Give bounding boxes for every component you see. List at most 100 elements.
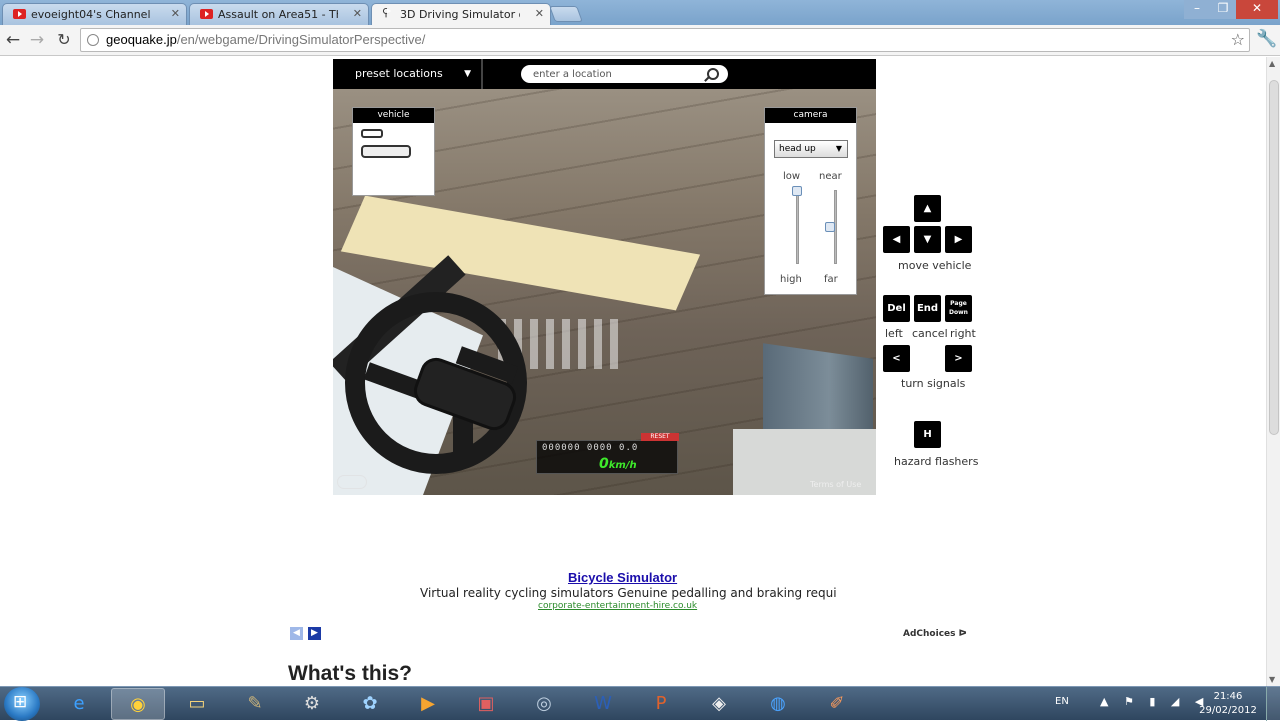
- youtube-icon: [200, 9, 213, 19]
- camera-height-slider[interactable]: [796, 190, 799, 264]
- scroll-up-arrow-icon[interactable]: ▲: [1269, 59, 1275, 68]
- turn-signals-label: turn signals: [901, 377, 966, 390]
- hangar-roof: [340, 195, 701, 311]
- distance-slider-handle[interactable]: [825, 222, 835, 232]
- simulator-top-bar: preset locations ▼: [333, 59, 876, 89]
- maximize-button[interactable]: ❐: [1210, 0, 1236, 19]
- right-label: right: [950, 327, 976, 340]
- hazard-key[interactable]: H: [914, 421, 941, 448]
- close-tab-icon[interactable]: ✕: [353, 7, 362, 20]
- adchoices-link[interactable]: AdChoices ᐅ: [903, 629, 967, 639]
- speedometer: 0km/h: [599, 456, 637, 472]
- page-down-key[interactable]: Page Down: [945, 295, 972, 322]
- ad-previous-button[interactable]: ◀: [290, 627, 303, 640]
- wrench-menu-icon[interactable]: 🔧: [1256, 29, 1277, 49]
- close-tab-icon[interactable]: ✕: [171, 7, 180, 20]
- file-explorer-icon[interactable]: ▭: [170, 688, 224, 720]
- url-domain: geoquake.jp: [106, 32, 177, 47]
- chrome-icon[interactable]: ◉: [111, 688, 165, 720]
- start-button[interactable]: [4, 687, 40, 721]
- video-editor-icon[interactable]: ▣: [459, 688, 513, 720]
- location-search-input[interactable]: [521, 65, 728, 83]
- distance-far-label: far: [824, 274, 838, 285]
- windows-taskbar: e ◉ ▭ ✎ ⚙ ✿ ▶ ▣ ◎ W P ◈ ◍ ✐ EN ▲ ⚑ ▮ ◢ ◀…: [0, 686, 1280, 721]
- section-heading: What's this?: [288, 662, 412, 685]
- camera-mode-value: head up: [779, 144, 816, 154]
- clock-date: 29/02/2012: [1199, 705, 1257, 716]
- paint-palette-icon[interactable]: ✿: [343, 688, 397, 720]
- adchoices-label: AdChoices: [903, 629, 956, 639]
- browser-toolbar: ← → ↻ geoquake.jp/en/webgame/DrivingSimu…: [0, 25, 1280, 56]
- preset-label: preset locations: [355, 67, 443, 80]
- browser-tab-bar: evoeight04's Channel - You ✕ Assault on …: [0, 0, 1280, 26]
- close-window-button[interactable]: ✕: [1236, 0, 1278, 19]
- tool-icon[interactable]: ✐: [810, 688, 864, 720]
- word-icon[interactable]: W: [576, 688, 630, 720]
- camera-panel: camera head up ▼ low near high far: [764, 107, 857, 295]
- camera-mode-select[interactable]: head up ▼: [774, 140, 848, 158]
- unity-icon[interactable]: ◈: [692, 688, 746, 720]
- new-tab-button[interactable]: [549, 6, 583, 22]
- reload-button[interactable]: ↻: [53, 30, 75, 50]
- move-right-key[interactable]: ▶: [945, 226, 972, 253]
- language-indicator[interactable]: EN: [1055, 696, 1069, 707]
- odometer-readout: 000000 0000 0.0: [542, 443, 639, 453]
- terms-of-use-link[interactable]: Terms of Use: [810, 480, 861, 489]
- youtube-icon: [13, 9, 26, 19]
- paint-icon[interactable]: ✎: [228, 688, 282, 720]
- car-vehicle-option[interactable]: [361, 129, 383, 138]
- right-signal-key[interactable]: >: [945, 345, 972, 372]
- tab-title: 3D Driving Simulator on Go: [400, 8, 520, 21]
- search-icon[interactable]: [707, 68, 719, 80]
- tab-assault-area51[interactable]: Assault on Area51 - The m ✕: [189, 3, 369, 25]
- ad-next-button[interactable]: ▶: [308, 627, 321, 640]
- move-vehicle-label: move vehicle: [898, 259, 972, 272]
- app-icon[interactable]: ⚙: [285, 688, 339, 720]
- height-slider-handle[interactable]: [792, 186, 802, 196]
- trip-reset-button[interactable]: RESET: [641, 433, 679, 441]
- speed-unit: km/h: [608, 460, 637, 471]
- distance-near-label: near: [819, 171, 842, 182]
- show-desktop-button[interactable]: [1266, 687, 1280, 721]
- tab-title: evoeight04's Channel - You: [31, 8, 151, 21]
- recorder-icon[interactable]: ◎: [517, 688, 571, 720]
- powerpoint-icon[interactable]: P: [634, 688, 688, 720]
- address-bar[interactable]: geoquake.jp/en/webgame/DrivingSimulatorP…: [80, 28, 1250, 52]
- move-down-key[interactable]: ▼: [914, 226, 941, 253]
- del-key[interactable]: Del: [883, 295, 910, 322]
- move-up-key[interactable]: ▲: [914, 195, 941, 222]
- back-button[interactable]: ←: [2, 30, 24, 50]
- forward-button[interactable]: →: [26, 30, 48, 50]
- clock-time: 21:46: [1213, 691, 1243, 702]
- tab-driving-simulator[interactable]: ⚲ 3D Driving Simulator on Go ✕: [371, 3, 551, 26]
- scroll-down-arrow-icon[interactable]: ▼: [1269, 675, 1275, 684]
- ad-url-link[interactable]: corporate-entertainment-hire.co.uk: [538, 601, 697, 611]
- left-signal-key[interactable]: <: [883, 345, 910, 372]
- tray-icons[interactable]: ▲ ⚑ ▮ ◢ ◀: [1100, 695, 1209, 708]
- dashboard-display: RESET 000000 0000 0.0 0km/h: [536, 433, 679, 474]
- link-icon: ⚲: [382, 6, 395, 19]
- preset-locations-dropdown[interactable]: preset locations ▼: [333, 59, 483, 89]
- cancel-label: cancel: [912, 327, 948, 340]
- tab-youtube-channel[interactable]: evoeight04's Channel - You ✕: [2, 3, 187, 25]
- bookmark-star-icon[interactable]: ☆: [1231, 30, 1245, 49]
- move-left-key[interactable]: ◀: [883, 226, 910, 253]
- ad-description: Virtual reality cycling simulators Genui…: [420, 586, 837, 600]
- ad-title-link[interactable]: Bicycle Simulator: [568, 570, 677, 585]
- end-key[interactable]: End: [914, 295, 941, 322]
- scroll-thumb[interactable]: [1269, 80, 1279, 435]
- page-scrollbar[interactable]: ▲ ▼: [1266, 57, 1280, 686]
- bus-vehicle-option[interactable]: [361, 145, 411, 158]
- close-tab-icon[interactable]: ✕: [535, 7, 544, 20]
- page-icon: [87, 34, 99, 46]
- google-earth-icon[interactable]: ◍: [751, 688, 805, 720]
- media-player-icon[interactable]: ▶: [401, 688, 455, 720]
- driving-simulator[interactable]: preset locations ▼ vehicle camera head u…: [333, 59, 876, 495]
- url-path: /en/webgame/DrivingSimulatorPerspective/: [176, 32, 426, 47]
- height-low-label: low: [783, 171, 801, 182]
- dropdown-caret-icon: ▼: [835, 144, 842, 153]
- clock[interactable]: 21:46 29/02/2012: [1196, 690, 1260, 718]
- internet-explorer-icon[interactable]: e: [52, 688, 106, 720]
- minimize-button[interactable]: –: [1184, 0, 1210, 19]
- left-label: left: [885, 327, 903, 340]
